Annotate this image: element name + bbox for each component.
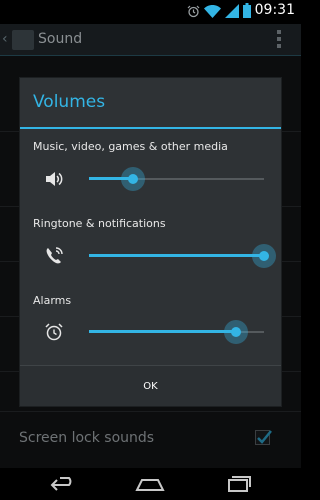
navigation-bar [0, 468, 301, 500]
slider-fill [89, 254, 264, 257]
dialog-title: Volumes [33, 92, 106, 112]
action-bar: ‹ Sound [0, 24, 301, 56]
status-icons [187, 2, 251, 22]
ringtone-volume-slider[interactable] [89, 244, 276, 268]
settings-app-icon[interactable] [12, 30, 34, 50]
alarm-volume-label: Alarms [33, 294, 72, 307]
dialog-button-bar: OK [20, 365, 281, 406]
wifi-icon [204, 3, 221, 22]
back-icon [50, 477, 72, 491]
slider-thumb[interactable] [120, 167, 145, 191]
slider-thumb[interactable] [224, 320, 248, 344]
back-button[interactable] [48, 474, 78, 494]
overflow-menu-icon[interactable] [277, 30, 281, 48]
slider-fill [89, 330, 236, 333]
slider-thumb[interactable] [252, 244, 276, 268]
battery-icon [243, 2, 251, 22]
status-time: 09:31 [254, 2, 295, 18]
home-button[interactable] [135, 474, 165, 494]
ringtone-phone-icon[interactable] [43, 245, 65, 267]
media-volume-label: Music, video, games & other media [33, 140, 228, 153]
page-title: Sound [38, 31, 83, 47]
recent-apps-button[interactable] [223, 474, 253, 494]
alarm-icon [187, 3, 200, 22]
volumes-dialog: Volumes Music, video, games & other medi… [20, 78, 281, 406]
up-caret-icon[interactable]: ‹ [2, 31, 8, 47]
media-volume-slider[interactable] [89, 167, 264, 191]
home-icon [135, 479, 165, 491]
speaker-icon[interactable] [43, 168, 65, 190]
ok-button[interactable]: OK [20, 366, 281, 406]
checkmark-icon [257, 430, 272, 444]
title-divider [20, 127, 281, 129]
screen-lock-sounds-checkbox[interactable] [255, 430, 272, 445]
ringtone-volume-label: Ringtone & notifications [33, 217, 166, 230]
status-bar: 09:31 [0, 0, 301, 24]
signal-icon [225, 3, 239, 22]
alarm-volume-slider[interactable] [89, 320, 264, 344]
alarm-clock-icon[interactable] [43, 321, 65, 343]
divider [0, 411, 301, 412]
recent-apps-icon [228, 476, 251, 492]
screen-lock-sounds-label: Screen lock sounds [19, 430, 155, 446]
